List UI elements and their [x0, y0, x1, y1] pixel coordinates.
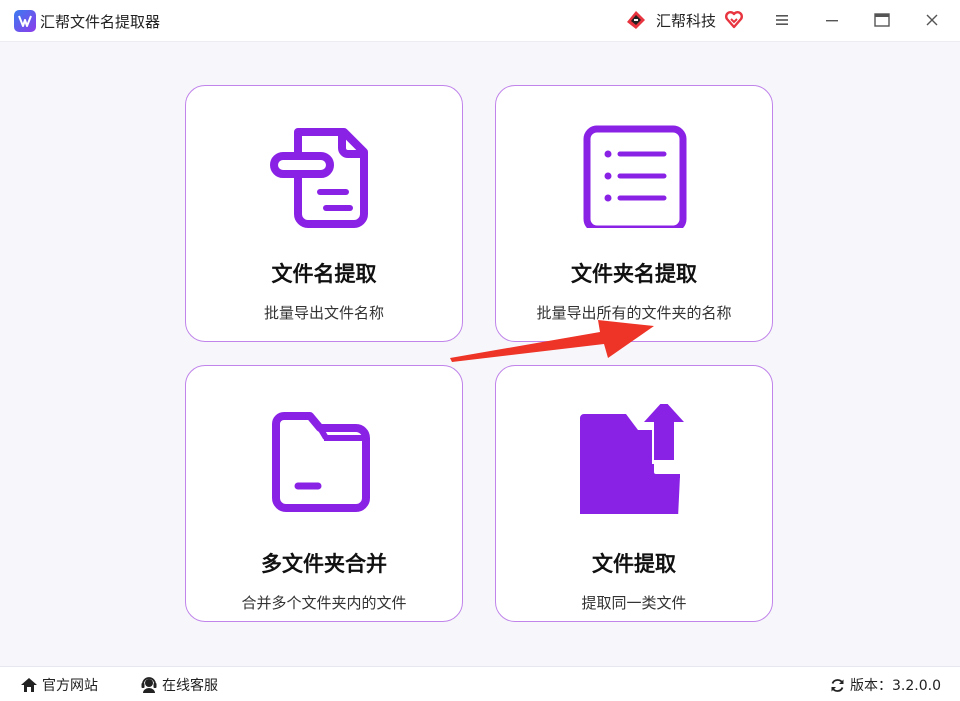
card-description: 提取同一类文件: [581, 594, 687, 612]
card-title: 文件夹名提取: [571, 262, 697, 286]
card-description: 合并多个文件夹内的文件: [241, 594, 407, 612]
official-website-link[interactable]: 官方网站: [20, 675, 98, 695]
card-multi-folder-merge[interactable]: 多文件夹合并 合并多个文件夹内的文件: [185, 365, 463, 622]
minimize-button[interactable]: [820, 8, 844, 32]
close-button[interactable]: [920, 8, 944, 32]
list-icon: [583, 125, 687, 228]
brand-logo-icon: [627, 11, 645, 29]
home-icon: [21, 678, 37, 692]
online-service-link[interactable]: 在线客服: [140, 675, 218, 695]
app-title: 汇帮文件名提取器: [40, 13, 161, 31]
official-website-label: 官方网站: [42, 678, 98, 694]
card-file-extract[interactable]: 文件提取 提取同一类文件: [495, 365, 773, 622]
brand[interactable]: 汇帮科技: [624, 8, 744, 32]
maximize-button[interactable]: [870, 8, 894, 32]
folder-upload-icon: [580, 404, 684, 514]
online-service-label: 在线客服: [162, 678, 218, 694]
annotation-arrow-icon: [450, 320, 654, 362]
card-title: 文件提取: [592, 552, 676, 576]
brand-name: 汇帮科技: [656, 11, 717, 30]
card-folder-name-extract[interactable]: 文件夹名提取 批量导出所有的文件夹的名称: [495, 85, 773, 342]
menu-button[interactable]: [770, 8, 794, 32]
footer-bar: 官方网站 在线客服 版本：3.2.0.0: [0, 666, 960, 701]
card-file-name-extract[interactable]: 文件名提取 批量导出文件名称: [185, 85, 463, 342]
version-label: 版本：3.2.0.0: [850, 678, 941, 694]
headset-icon: [141, 677, 157, 693]
close-icon: [926, 14, 938, 26]
document-icon: [270, 128, 368, 228]
heart-icon: [725, 11, 743, 29]
maximize-icon: [874, 13, 890, 27]
menu-icon: [776, 15, 788, 25]
app-logo-icon: [14, 10, 36, 32]
card-title: 文件名提取: [271, 262, 377, 286]
refresh-icon: [831, 678, 844, 692]
title-bar: 汇帮文件名提取器 汇帮科技: [0, 0, 960, 42]
version-info: 版本：3.2.0.0: [830, 675, 941, 695]
card-description: 批量导出文件名称: [263, 304, 384, 322]
folder-icon: [272, 412, 370, 512]
card-title: 多文件夹合并: [261, 552, 387, 576]
minimize-icon: [826, 20, 838, 22]
